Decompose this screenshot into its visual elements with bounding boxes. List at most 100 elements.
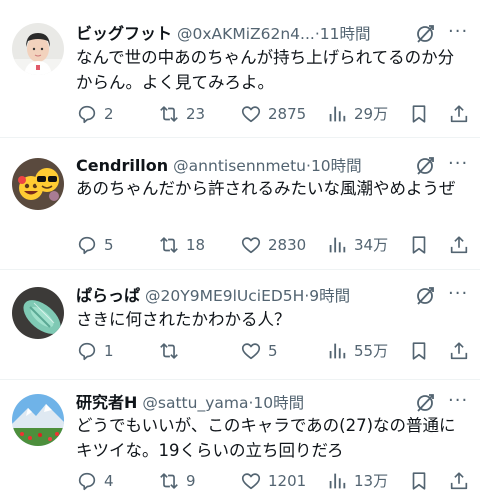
display-name[interactable]: Cendrillon: [76, 156, 168, 175]
view-count: 13万: [354, 472, 389, 490]
tweet[interactable]: ビッグフット @0xAKMiZ62n4...·11時間 ··· なんで世の中あのち…: [0, 0, 480, 138]
reply-count: 5: [104, 236, 114, 254]
retweet-count: 18: [186, 236, 206, 254]
heart-icon: [241, 237, 261, 254]
reply-icon: [78, 105, 96, 124]
user-handle[interactable]: @anntisennmetu: [173, 157, 306, 175]
tweet-text: なんで世の中あのちゃんが持ち上げられてるのか分からん。よく見てみろよ。: [76, 48, 455, 92]
like-button[interactable]: 1201: [240, 466, 306, 496]
reply-count: 1: [104, 342, 114, 360]
reply-count: 4: [104, 472, 114, 490]
reply-icon: [78, 342, 96, 361]
like-button[interactable]: 5: [240, 336, 278, 366]
retweet-icon: [160, 106, 178, 122]
tweet-text: どうでもいいが、このキャラであの(27)なの普通にキツイな。19くらいの立ち回り…: [76, 416, 456, 460]
avatar[interactable]: [12, 394, 64, 446]
like-count: 5: [268, 342, 278, 360]
bookmark-icon: [412, 236, 426, 254]
retweet-icon: [160, 343, 178, 359]
retweet-count: 9: [186, 472, 196, 490]
views-chart-icon: [329, 106, 346, 122]
views-button[interactable]: 55万: [326, 336, 388, 366]
share-button[interactable]: [448, 99, 476, 129]
tweet-feed: ビッグフット @0xAKMiZ62n4...·11時間 ··· なんで世の中あのち…: [0, 0, 480, 497]
like-button[interactable]: 2875: [240, 99, 306, 129]
view-count: 34万: [354, 236, 389, 254]
reply-button[interactable]: 1: [76, 336, 114, 366]
tweet-header: ビッグフット @0xAKMiZ62n4...·11時間: [76, 22, 420, 46]
display-name[interactable]: 研究者H: [76, 393, 137, 412]
tweet-header: 研究者H @sattu_yama·10時間: [76, 391, 420, 415]
heart-icon: [241, 106, 261, 123]
tweet[interactable]: 研究者H @sattu_yama·10時間 ··· どうでもいいが、このキャラであ…: [0, 380, 480, 497]
retweet-count: 23: [186, 105, 206, 123]
views-button[interactable]: 13万: [326, 466, 388, 496]
heart-icon: [241, 473, 261, 490]
timestamp[interactable]: 10時間: [311, 157, 362, 175]
timestamp[interactable]: 9時間: [309, 287, 350, 305]
timestamp[interactable]: 10時間: [253, 394, 304, 412]
bookmark-button[interactable]: [408, 99, 436, 129]
reply-count: 2: [104, 105, 114, 123]
grok-icon[interactable]: [414, 392, 436, 414]
views-chart-icon: [329, 473, 346, 489]
share-icon: [450, 472, 468, 490]
avatar[interactable]: [12, 287, 64, 339]
user-handle[interactable]: @0xAKMiZ62n4...: [177, 25, 315, 43]
share-icon: [450, 342, 468, 360]
retweet-button[interactable]: 9: [158, 466, 196, 496]
bookmark-button[interactable]: [408, 230, 436, 260]
more-options-icon[interactable]: ···: [448, 23, 468, 47]
share-icon: [450, 105, 468, 123]
tweet-header: ぱらっぱ @20Y9ME9lUciED5H·9時間: [76, 284, 420, 308]
share-button[interactable]: [448, 466, 476, 496]
reply-icon: [78, 472, 96, 491]
view-count: 55万: [354, 342, 389, 360]
tweet[interactable]: Cendrillon @anntisennmetu·10時間 ··· あのちゃんだ…: [0, 138, 480, 270]
bookmark-button[interactable]: [408, 336, 436, 366]
tweet-actions: 1 5 55万: [70, 336, 472, 366]
views-chart-icon: [329, 237, 346, 253]
view-count: 29万: [354, 105, 389, 123]
retweet-icon: [160, 473, 178, 489]
bookmark-icon: [412, 342, 426, 360]
like-count: 1201: [268, 472, 307, 490]
avatar[interactable]: [12, 23, 64, 75]
reply-button[interactable]: 4: [76, 466, 114, 496]
views-chart-icon: [329, 343, 346, 359]
share-icon: [450, 236, 468, 254]
display-name[interactable]: ビッグフット: [76, 24, 172, 43]
tweet[interactable]: ぱらっぱ @20Y9ME9lUciED5H·9時間 ··· さきに何されたかわかる…: [0, 270, 480, 380]
like-button[interactable]: 2830: [240, 230, 306, 260]
avatar[interactable]: [12, 158, 64, 210]
retweet-icon: [160, 237, 178, 253]
reply-button[interactable]: 5: [76, 230, 114, 260]
grok-icon[interactable]: [414, 23, 436, 45]
share-button[interactable]: [448, 230, 476, 260]
reply-button[interactable]: 2: [76, 99, 114, 129]
tweet-actions: 2 23 2875 29万: [70, 99, 472, 129]
views-button[interactable]: 34万: [326, 230, 388, 260]
bookmark-icon: [412, 472, 426, 490]
heart-icon: [241, 343, 261, 360]
retweet-button[interactable]: [158, 336, 186, 366]
reply-icon: [78, 236, 96, 255]
more-options-icon[interactable]: ···: [448, 285, 468, 309]
display-name[interactable]: ぱらっぱ: [76, 286, 140, 305]
tweet-text: あのちゃんだから許されるみたいな風潮やめようぜ: [76, 179, 456, 198]
bookmark-icon: [412, 105, 426, 123]
share-button[interactable]: [448, 336, 476, 366]
user-handle[interactable]: @20Y9ME9lUciED5H: [145, 287, 304, 305]
timestamp[interactable]: 11時間: [320, 25, 371, 43]
user-handle[interactable]: @sattu_yama: [142, 394, 248, 412]
like-count: 2830: [268, 236, 307, 254]
retweet-button[interactable]: 23: [158, 99, 205, 129]
tweet-actions: 4 9 1201 13万: [70, 466, 472, 496]
retweet-button[interactable]: 18: [158, 230, 205, 260]
bookmark-button[interactable]: [408, 466, 436, 496]
tweet-text: さきに何されたかわかる人？: [76, 310, 291, 329]
grok-icon[interactable]: [414, 155, 436, 177]
tweet-header: Cendrillon @anntisennmetu·10時間: [76, 154, 420, 178]
views-button[interactable]: 29万: [326, 99, 388, 129]
grok-icon[interactable]: [414, 285, 436, 307]
